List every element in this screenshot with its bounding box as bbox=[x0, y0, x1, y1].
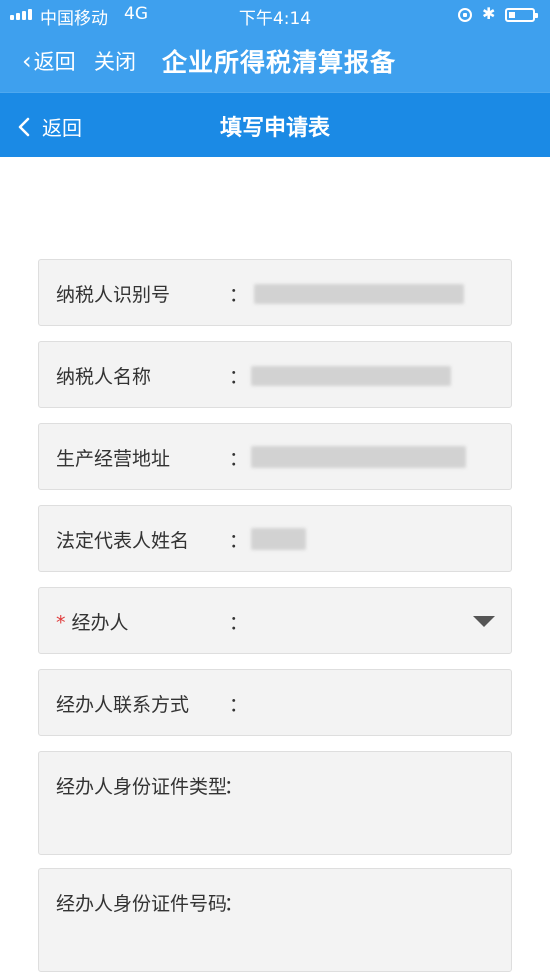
field-label: 经办人联系方式 bbox=[56, 694, 190, 716]
redacted-value bbox=[251, 446, 466, 468]
redacted-value bbox=[254, 284, 464, 304]
agent-select[interactable]: * 经办人 ： bbox=[38, 587, 512, 654]
bluetooth-icon: ✱ bbox=[482, 4, 496, 23]
legal-rep-name-field[interactable]: 法定代表人姓名 ： bbox=[38, 505, 512, 572]
status-bar: 中国移动 4G 下午4:14 ✱ bbox=[0, 0, 550, 30]
chevron-left-icon: ‹ bbox=[22, 47, 32, 75]
page-nav-bar: 返回 填写申请表 bbox=[0, 92, 550, 157]
page-title: 填写申请表 bbox=[219, 116, 330, 141]
field-label: * 经办人 bbox=[56, 608, 129, 635]
agent-contact-field[interactable]: 经办人联系方式 ： bbox=[38, 669, 512, 736]
field-label: 纳税人识别号 bbox=[56, 284, 171, 306]
field-label-text: 经办人 bbox=[71, 612, 129, 634]
app-back-label: 返回 bbox=[33, 50, 76, 74]
redacted-value bbox=[251, 528, 306, 550]
field-label: 法定代表人姓名 bbox=[56, 530, 190, 552]
business-address-field[interactable]: 生产经营地址 ： bbox=[38, 423, 512, 490]
dropdown-arrow-icon[interactable] bbox=[473, 616, 495, 627]
taxpayer-id-field[interactable]: 纳税人识别号 ： bbox=[38, 259, 512, 326]
agent-id-number-field[interactable]: 经办人身份证件号码 ： bbox=[38, 868, 512, 972]
lock-rotation-icon bbox=[458, 8, 472, 22]
field-colon: ： bbox=[229, 366, 249, 388]
taxpayer-name-field[interactable]: 纳税人名称 ： bbox=[38, 341, 512, 408]
app-back-button[interactable]: ‹ 返回 bbox=[22, 46, 76, 76]
field-colon: ： bbox=[229, 530, 249, 552]
app-header: ‹ 返回 关闭 企业所得税清算报备 bbox=[0, 30, 550, 92]
close-button[interactable]: 关闭 bbox=[94, 46, 136, 76]
field-colon: ： bbox=[224, 893, 244, 915]
field-colon: ： bbox=[229, 612, 249, 634]
field-colon: ： bbox=[224, 776, 244, 798]
app-title: 企业所得税清算报备 bbox=[162, 48, 397, 77]
field-label: 生产经营地址 bbox=[56, 448, 171, 470]
required-marker: * bbox=[56, 612, 66, 634]
field-label: 纳税人名称 bbox=[56, 366, 152, 388]
agent-id-type-field[interactable]: 经办人身份证件类型 ： bbox=[38, 751, 512, 855]
battery-icon bbox=[505, 8, 538, 22]
field-colon: ： bbox=[229, 284, 249, 306]
redacted-value bbox=[251, 366, 451, 386]
field-colon: ： bbox=[229, 448, 249, 470]
field-colon: ： bbox=[229, 694, 249, 716]
